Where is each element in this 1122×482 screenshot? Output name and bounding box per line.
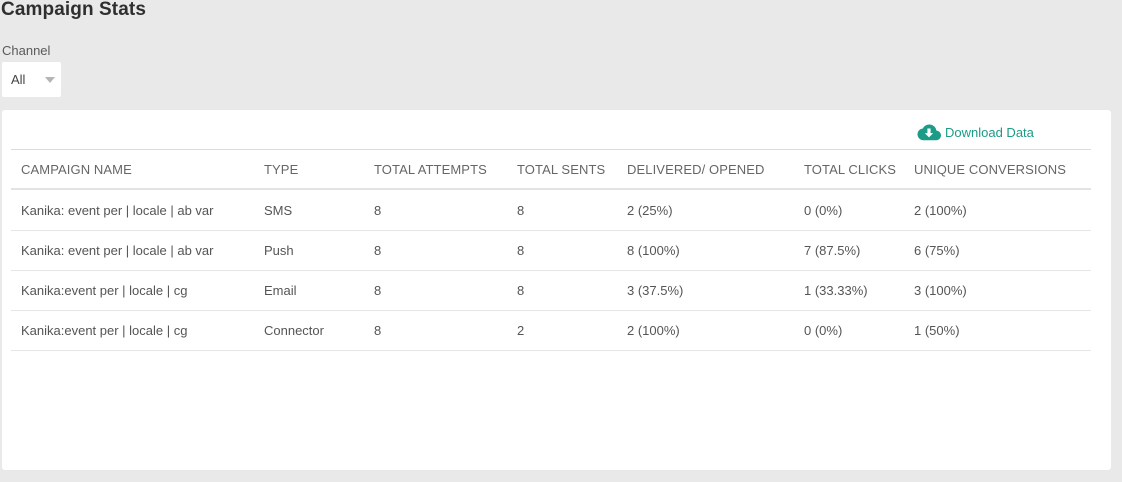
cell-type: SMS <box>254 189 364 231</box>
column-header-campaign-name[interactable]: CAMPAIGN NAME <box>11 149 254 190</box>
cell-unique-conversions: 2 (100%) <box>904 189 1091 231</box>
download-data-label: Download Data <box>945 125 1034 140</box>
cell-total-clicks: 0 (0%) <box>794 189 904 231</box>
cell-delivered-opened: 2 (25%) <box>617 189 794 231</box>
cell-campaign-name: Kanika: event per | locale | ab var <box>11 230 254 271</box>
column-header-unique-conversions[interactable]: UNIQUE CONVERSIONS <box>904 149 1091 190</box>
cell-unique-conversions: 3 (100%) <box>904 270 1091 311</box>
column-header-total-attempts[interactable]: TOTAL ATTEMPTS <box>364 149 507 190</box>
cell-total-sents: 8 <box>507 189 617 231</box>
stats-card: Download Data CAMPAIGN NAME TYPE TOTAL A… <box>2 110 1111 470</box>
cell-total-attempts: 8 <box>364 270 507 311</box>
table-header-row: CAMPAIGN NAME TYPE TOTAL ATTEMPTS TOTAL … <box>11 149 1091 190</box>
cell-campaign-name: Kanika:event per | locale | cg <box>11 270 254 311</box>
cell-total-attempts: 8 <box>364 230 507 271</box>
cell-type: Push <box>254 230 364 271</box>
cell-total-clicks: 7 (87.5%) <box>794 230 904 271</box>
cell-type: Email <box>254 270 364 311</box>
cell-total-sents: 8 <box>507 230 617 271</box>
column-header-total-sents[interactable]: TOTAL SENTS <box>507 149 617 190</box>
cell-campaign-name: Kanika: event per | locale | ab var <box>11 189 254 231</box>
cell-delivered-opened: 3 (37.5%) <box>617 270 794 311</box>
cell-unique-conversions: 6 (75%) <box>904 230 1091 271</box>
chevron-down-icon <box>45 77 55 83</box>
cell-campaign-name: Kanika:event per | locale | cg <box>11 310 254 351</box>
column-header-type[interactable]: TYPE <box>254 149 364 190</box>
channel-select-value: All <box>11 72 26 87</box>
cell-total-clicks: 0 (0%) <box>794 310 904 351</box>
table-row[interactable]: Kanika: event per | locale | ab var Push… <box>11 230 1091 271</box>
page-title: Campaign Stats <box>1 0 146 20</box>
channel-label: Channel <box>2 43 51 58</box>
campaign-stats-table: CAMPAIGN NAME TYPE TOTAL ATTEMPTS TOTAL … <box>11 149 1091 351</box>
cell-delivered-opened: 8 (100%) <box>617 230 794 271</box>
cell-total-sents: 2 <box>507 310 617 351</box>
table-row[interactable]: Kanika:event per | locale | cg Connector… <box>11 310 1091 351</box>
cell-delivered-opened: 2 (100%) <box>617 310 794 351</box>
cell-total-attempts: 8 <box>364 310 507 351</box>
cloud-download-icon <box>917 124 941 141</box>
cell-total-attempts: 8 <box>364 189 507 231</box>
table-row[interactable]: Kanika:event per | locale | cg Email 8 8… <box>11 270 1091 311</box>
cell-total-sents: 8 <box>507 270 617 311</box>
channel-select[interactable]: All <box>2 62 61 97</box>
column-header-delivered-opened[interactable]: DELIVERED/ OPENED <box>617 149 794 190</box>
cell-type: Connector <box>254 310 364 351</box>
column-header-total-clicks[interactable]: TOTAL CLICKS <box>794 149 904 190</box>
download-data-button[interactable]: Download Data <box>917 124 1034 141</box>
table-row[interactable]: Kanika: event per | locale | ab var SMS … <box>11 189 1091 231</box>
cell-total-clicks: 1 (33.33%) <box>794 270 904 311</box>
cell-unique-conversions: 1 (50%) <box>904 310 1091 351</box>
